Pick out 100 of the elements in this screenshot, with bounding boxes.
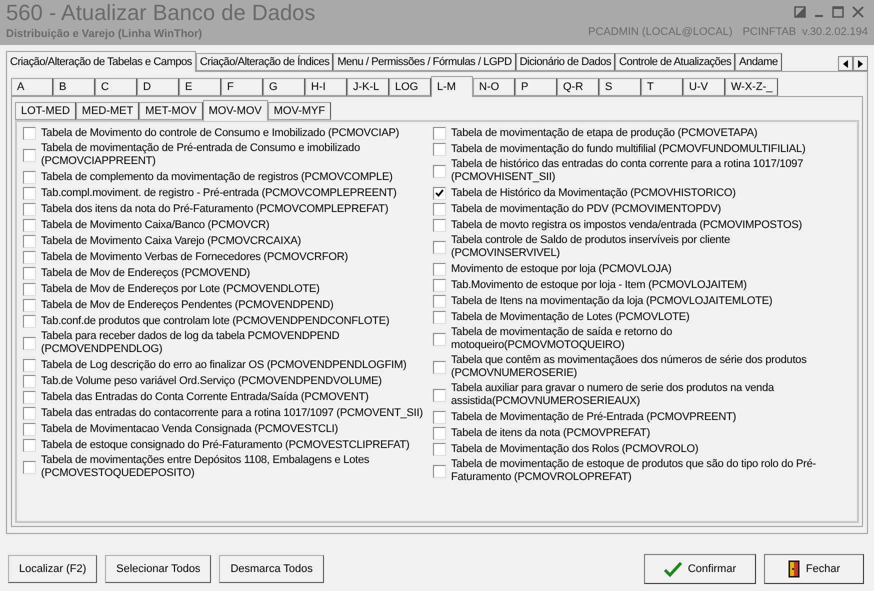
action-button[interactable]: Selecionar Todos [105, 555, 212, 583]
tab[interactable]: Criação/Alteração de Índices [196, 53, 334, 71]
checkbox-label: Tabela de Movimento Verbas de Fornecedores (PCMOVCRFOR) [41, 250, 348, 264]
tab[interactable]: LOT-MED [15, 102, 76, 120]
checkbox-label: Tab.de Volume peso variável Ord.Serviço (PCMOVENDPENDVOLUME) [41, 374, 382, 388]
checkbox[interactable] [23, 282, 36, 296]
checkbox[interactable] [23, 250, 36, 264]
tab[interactable]: Q-R [557, 78, 599, 96]
scroll-left-button[interactable] [838, 56, 853, 71]
checkbox-label: Tabela de Histórico da Movimentação (PCMOVHISTORICO) [451, 186, 736, 200]
checkbox[interactable] [23, 390, 36, 404]
tab[interactable]: Dicionário de Dados [516, 53, 616, 71]
checkbox[interactable] [23, 148, 36, 162]
checkbox[interactable] [433, 360, 446, 374]
tab[interactable]: N-O [473, 78, 515, 96]
checkbox[interactable] [23, 298, 36, 312]
version-label: v.30.2.02.194 [802, 25, 868, 40]
checkbox[interactable] [433, 262, 446, 276]
checkbox-label: Tabela auxiliar para gravar o numero de serie dos produtos na venda assistida(PCMOVNUMEROSERIEAUX) [451, 382, 776, 408]
tab[interactable]: L-M [431, 76, 473, 97]
tab[interactable]: J-K-L [347, 78, 389, 96]
checkbox-label: Tab.Movimento de estoque por loja - Item (PCMOVLOJAITEM) [451, 278, 747, 292]
checkbox[interactable] [23, 126, 36, 140]
checkbox[interactable] [23, 186, 36, 200]
checkbox[interactable] [433, 126, 446, 140]
checkbox[interactable] [433, 218, 446, 232]
checkbox[interactable] [23, 266, 36, 280]
checkbox[interactable] [23, 374, 36, 388]
maximize-icon[interactable] [832, 6, 844, 18]
window-subtitle: Distribuição e Varejo (Linha WinThor) [6, 27, 202, 42]
action-button[interactable]: Desmarca Todos [219, 555, 324, 583]
tab[interactable]: U-V [683, 78, 725, 96]
checkbox-label: Tabela de itens da nota (PCMOVPREFAT) [451, 426, 650, 440]
checkbox[interactable] [433, 142, 446, 156]
checkbox[interactable] [433, 240, 446, 254]
checkbox-label: Tabela de Movimentação de Lotes (PCMOVLOTE) [451, 310, 690, 324]
checkbox[interactable] [23, 406, 36, 420]
checkbox-label: Tabela de Movimento Caixa/Banco (PCMOVCR) [41, 218, 270, 232]
checkbox[interactable] [433, 332, 446, 346]
checkbox[interactable] [23, 314, 36, 328]
checkbox[interactable] [433, 186, 446, 200]
tab[interactable]: MOV-MYF [268, 102, 332, 120]
tab[interactable]: W-X-Z-_ [725, 78, 778, 96]
tab[interactable]: H-I [305, 78, 347, 96]
checkbox-label: Tabela de Movimentação de Pré-Entrada (PCMOVPREENT) [451, 410, 736, 424]
tab[interactable]: D [137, 78, 179, 96]
restore-icon[interactable] [794, 6, 806, 18]
tab[interactable]: Criação/Alteração de Tabelas e Campos [6, 51, 196, 72]
tab[interactable]: LOG [389, 78, 431, 96]
checkbox[interactable] [433, 426, 446, 440]
tab[interactable]: MET-MOV [139, 102, 203, 120]
tab[interactable]: MED-MET [76, 102, 140, 120]
checkbox-label: Movimento de estoque por loja (PCMOVLOJA) [451, 262, 672, 276]
tab[interactable]: P [515, 78, 557, 96]
checkbox[interactable] [23, 438, 36, 452]
tab[interactable]: T [641, 78, 683, 96]
tab[interactable]: G [263, 78, 305, 96]
checkbox-label: Tabela das Entradas do Conta Corrente Entrada/Saída (PCMOVENT) [41, 390, 369, 404]
checkbox[interactable] [433, 310, 446, 324]
tab[interactable]: F [221, 78, 263, 96]
tab[interactable]: Controle de Atualizações [615, 53, 736, 71]
checkbox-label: Tabela de movimentação do PDV (PCMOVIMENTOPDV) [451, 202, 721, 216]
checkbox[interactable] [23, 358, 36, 372]
checkbox-label: Tabela das entradas do contacorrente para a rotina 1017/1097 (PCMOVENT_SII) [41, 406, 423, 420]
arrow-left-icon [843, 60, 848, 68]
confirm-button[interactable]: Confirmar [644, 554, 756, 584]
tab[interactable]: MOV-MOV [202, 100, 268, 121]
checkbox[interactable] [23, 422, 36, 436]
checkbox[interactable] [23, 336, 36, 350]
door-icon [788, 560, 800, 578]
checkbox[interactable] [433, 410, 446, 424]
checkbox[interactable] [433, 294, 446, 308]
checkbox[interactable] [23, 218, 36, 232]
checkbox[interactable] [23, 234, 36, 248]
checkbox[interactable] [433, 464, 446, 478]
tab[interactable]: Andame [735, 53, 782, 71]
tab[interactable]: S [599, 78, 641, 96]
checkbox-label: Tabela dos itens da nota do Pré-Faturamento (PCMOVCOMPLEPREFAT) [41, 202, 388, 216]
checkbox-label: Tabela de histórico das entradas do conta corrente para a rotina 1017/1097 (PCMOVHISENT_SII) [451, 158, 804, 184]
checkbox[interactable] [23, 170, 36, 184]
checkmark-icon [664, 561, 682, 577]
tab[interactable]: C [95, 78, 137, 96]
tab[interactable]: Menu / Permissões / Fórmulas / LGPD [333, 53, 516, 71]
checkbox[interactable] [433, 442, 446, 456]
tab[interactable]: B [53, 78, 95, 96]
scroll-right-button[interactable] [853, 56, 868, 71]
checkbox[interactable] [433, 278, 446, 292]
checkbox[interactable] [23, 460, 36, 474]
tab[interactable]: E [179, 78, 221, 96]
checkbox[interactable] [23, 202, 36, 216]
checkbox-label: Tabela de movimentação de estoque de produtos que são do tipo rolo do Pré-Faturamento (PCMOVROLOPREFAT) [451, 458, 817, 484]
checkbox[interactable] [433, 164, 446, 178]
close-button[interactable]: Fechar [764, 554, 864, 584]
close-icon[interactable] [852, 6, 864, 18]
action-button[interactable]: Localizar (F2) [8, 555, 98, 583]
checkbox[interactable] [433, 202, 446, 216]
checkbox[interactable] [433, 388, 446, 402]
checkmark-icon [435, 189, 444, 197]
tab[interactable]: A [11, 78, 53, 96]
arrow-right-icon [858, 60, 863, 68]
